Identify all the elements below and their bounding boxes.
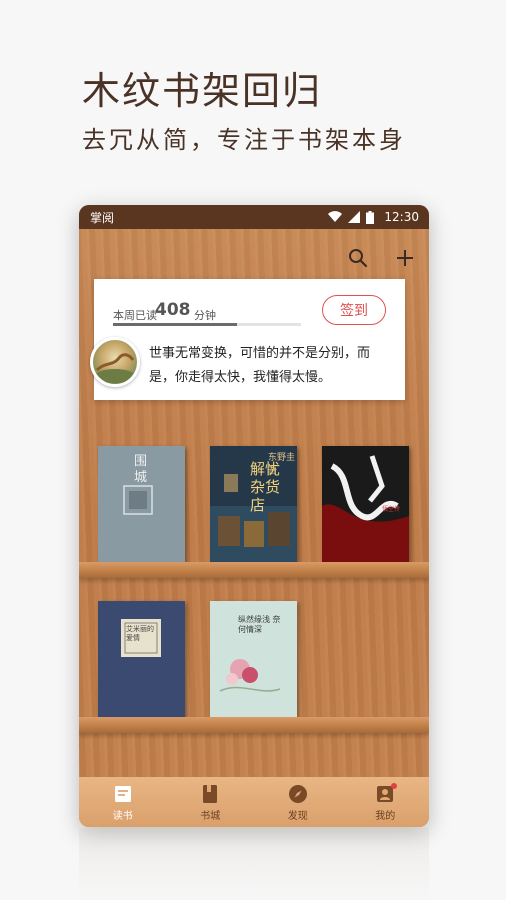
status-app-name: 掌阅 <box>90 210 115 225</box>
book-title: 围城 <box>134 454 148 485</box>
search-icon[interactable] <box>347 247 369 269</box>
bottom-tab-bar: 读书 书城 发现 我的 <box>79 777 429 827</box>
book-cover[interactable]: 艾米丽的爱情 <box>98 601 185 717</box>
status-time: 12:30 <box>384 210 419 224</box>
reading-progress-bar <box>113 323 301 326</box>
tab-label: 我的 <box>375 810 396 822</box>
shelf-edge <box>79 562 429 578</box>
weekly-read-label: 本周已读 <box>113 309 157 322</box>
promo-subtitle: 去冗从简，专注于书架本身 <box>82 126 406 154</box>
book-open-icon <box>114 785 131 802</box>
book-cover[interactable]: 东野圭吾 解忧杂货店 <box>210 446 297 562</box>
battery-icon <box>366 210 375 224</box>
tab-discover[interactable]: 发现 <box>254 777 342 827</box>
phone-reflection <box>79 828 429 900</box>
book-title: 解忧杂货店 <box>250 460 281 514</box>
tab-label: 书城 <box>200 810 221 822</box>
plus-icon[interactable] <box>394 247 416 269</box>
book-cover[interactable]: 纵然缘浅 奈何情深 <box>210 601 297 717</box>
signal-icon <box>348 211 361 223</box>
daily-quote: 世事无常变换，可惜的并不是分别，而是，你走得太快，我懂得太慢。 <box>149 346 371 385</box>
book-cover-art <box>98 601 185 717</box>
reading-stats-card: 本周已读 408 分钟 签到 世事无常变换，可惜的并不是分别，而是，你走得太快，… <box>90 279 405 400</box>
shelf-edge <box>79 717 429 733</box>
tab-profile[interactable]: 我的 <box>342 777 430 827</box>
tab-label: 读书 <box>112 810 133 822</box>
bookstore-icon <box>203 784 218 803</box>
avatar-image <box>95 353 135 383</box>
avatar[interactable] <box>90 337 140 387</box>
weekly-read-minutes: 408 <box>155 300 191 320</box>
tab-reading[interactable]: 读书 <box>79 777 167 827</box>
book-title: 悟空传 <box>382 506 401 513</box>
wifi-icon <box>328 211 343 222</box>
phone-frame: 掌阅 12:30 本周已读 408 分钟 签到 世事无常变换，可惜的并不是分别，… <box>79 205 429 827</box>
promo-title: 木纹书架回归 <box>82 69 323 113</box>
compass-icon <box>288 784 307 803</box>
notification-badge <box>390 783 397 789</box>
reading-progress-fill <box>113 323 238 326</box>
status-bar: 掌阅 12:30 <box>79 205 429 229</box>
book-cover[interactable]: 围城 <box>98 446 185 562</box>
tab-bookstore[interactable]: 书城 <box>167 777 255 827</box>
signin-button[interactable]: 签到 <box>322 295 386 325</box>
book-title: 艾米丽的爱情 <box>126 625 154 642</box>
book-cover[interactable]: 悟空传 <box>322 446 409 562</box>
weekly-read-unit: 分钟 <box>194 309 216 322</box>
tab-label: 发现 <box>287 810 308 822</box>
book-title: 纵然缘浅 奈何情深 <box>238 615 281 634</box>
